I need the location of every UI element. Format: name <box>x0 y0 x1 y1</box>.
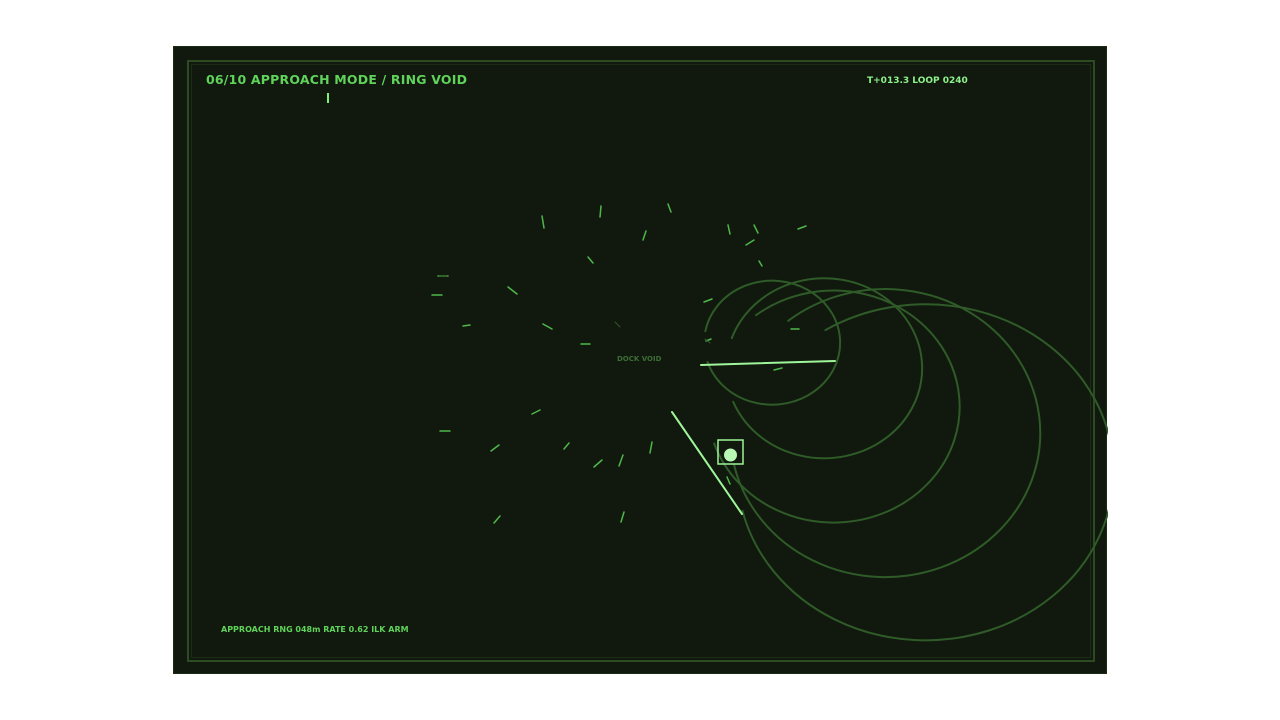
ring-arc-4 <box>733 288 1042 579</box>
contact-tick <box>531 409 541 415</box>
approach-vectors <box>671 360 836 515</box>
target-marker-dot <box>724 448 737 462</box>
contact-tick <box>541 215 545 229</box>
status-readout: APPROACH RNG 048m RATE 0.62 ILK ARM <box>221 625 409 634</box>
contact-tick <box>493 515 501 524</box>
dock-void-label: DOCK VOID <box>617 355 662 363</box>
contact-tick <box>587 256 594 264</box>
contact-tick <box>462 324 471 327</box>
contact-tick <box>563 442 570 450</box>
contact-tick <box>726 476 731 485</box>
contact-tick <box>642 230 647 241</box>
hud-screen: 06/10 APPROACH MODE / RING VOID T+013.3 … <box>173 46 1108 674</box>
contact-tick <box>593 459 603 468</box>
contact-tick <box>614 321 621 328</box>
ring-arc-1 <box>704 279 842 406</box>
contact-tick <box>542 323 553 330</box>
contact-tick <box>758 260 763 267</box>
contact-tick <box>620 511 625 523</box>
ring-arc-5 <box>741 303 1108 642</box>
contact-tick <box>745 239 755 246</box>
contact-tick <box>773 367 783 371</box>
sweep-line-diagonal <box>671 411 743 515</box>
contact-tick <box>753 224 759 234</box>
contact-tick <box>727 224 731 235</box>
contact-tick <box>507 286 518 295</box>
faint-contacts <box>438 275 711 344</box>
contact-tick <box>797 225 807 230</box>
contact-tick <box>490 444 500 452</box>
contact-tick <box>703 298 713 303</box>
contact-tick <box>618 454 624 467</box>
sweep-line-horizontal <box>700 360 836 366</box>
contact-tick <box>649 441 653 454</box>
approach-radar: DOCK VOID <box>431 203 1108 642</box>
contact-tick <box>599 205 602 218</box>
ring-arcs <box>704 277 1108 642</box>
contact-tick <box>667 203 672 213</box>
